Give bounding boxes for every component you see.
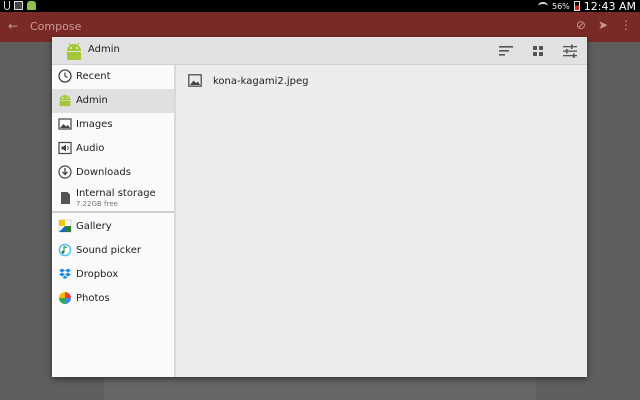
roots-drawer: Recent Admin Images Audio Downloads Inte… <box>52 65 176 377</box>
drawer-item-label: Photos <box>76 293 110 304</box>
grid-view-icon[interactable] <box>529 42 547 60</box>
status-bar: 56% 12:43 AM <box>0 0 640 13</box>
dialog-title: Admin <box>88 44 120 55</box>
clock-icon <box>58 69 72 83</box>
drawer-item-label: Images <box>76 119 113 130</box>
drawer-item-photos[interactable]: Photos <box>52 287 174 311</box>
battery-percent: 56% <box>552 1 570 11</box>
send-icon: ➤ <box>597 18 608 32</box>
compose-title: Compose <box>30 20 82 33</box>
wifi-icon <box>538 2 548 10</box>
dropbox-icon <box>59 268 71 279</box>
photos-icon <box>59 292 71 304</box>
drawer-item-internal-storage[interactable]: Internal storage 7.22GB free <box>52 185 174 211</box>
drawer-item-label: Downloads <box>76 167 131 178</box>
drawer-item-dropbox[interactable]: Dropbox <box>52 263 174 287</box>
download-icon <box>58 165 72 179</box>
back-arrow-icon: ← <box>8 19 19 33</box>
document-picker-dialog: Admin Recent Admin Images Audio Download… <box>52 37 587 377</box>
drawer-item-label: Recent <box>76 71 111 82</box>
drawer-item-downloads[interactable]: Downloads <box>52 161 174 185</box>
sort-icon[interactable] <box>497 42 515 60</box>
drawer-item-audio[interactable]: Audio <box>52 137 174 161</box>
android-icon[interactable] <box>64 41 84 61</box>
android-notification-icon <box>27 1 36 10</box>
settings-sliders-icon[interactable] <box>561 42 579 60</box>
android-icon <box>59 95 71 107</box>
audio-icon <box>58 141 72 155</box>
file-name: kona-kagami2.jpeg <box>213 76 309 87</box>
drawer-item-sublabel: 7.22GB free <box>76 200 118 208</box>
drawer-item-images[interactable]: Images <box>52 113 174 137</box>
sd-card-icon <box>61 192 70 204</box>
drawer-divider <box>52 211 174 213</box>
battery-icon <box>573 1 580 11</box>
dialog-header: Admin <box>52 37 587 65</box>
drawer-item-sound-picker[interactable]: Sound picker <box>52 239 174 263</box>
attach-icon: ⊘ <box>575 18 586 32</box>
drawer-item-gallery[interactable]: Gallery <box>52 215 174 239</box>
file-list: kona-kagami2.jpeg <box>178 65 587 377</box>
usb-icon <box>4 1 10 10</box>
screenshot-icon <box>14 1 23 10</box>
drawer-item-recent[interactable]: Recent <box>52 65 174 89</box>
drawer-item-label: Internal storage <box>76 188 156 199</box>
sound-picker-icon <box>58 243 72 257</box>
drawer-item-label: Audio <box>76 143 105 154</box>
image-icon <box>58 118 72 130</box>
gallery-icon <box>58 219 72 233</box>
drawer-item-admin[interactable]: Admin <box>52 89 174 113</box>
image-file-icon <box>188 74 202 87</box>
drawer-item-label: Gallery <box>76 221 112 232</box>
clock: 12:43 AM <box>583 0 636 13</box>
drawer-item-label: Admin <box>76 95 108 106</box>
drawer-item-label: Sound picker <box>76 245 141 256</box>
overflow-menu-icon: ⋮ <box>620 18 632 32</box>
file-row[interactable]: kona-kagami2.jpeg <box>178 69 587 93</box>
drawer-item-label: Dropbox <box>76 269 119 280</box>
